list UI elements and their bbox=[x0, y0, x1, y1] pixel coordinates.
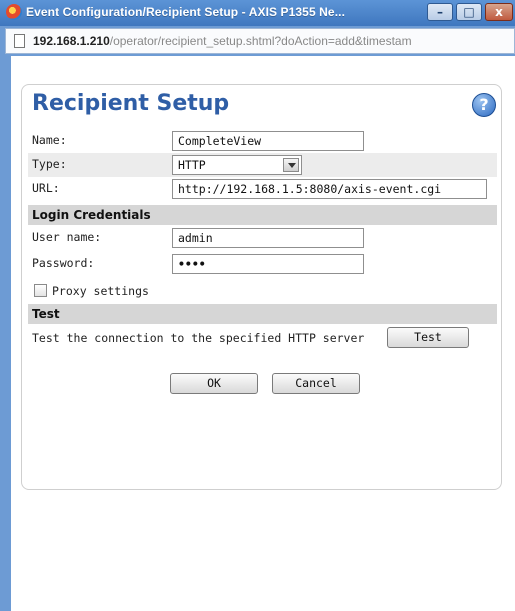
type-label: Type: bbox=[32, 157, 67, 171]
name-row: Name: CompleteView bbox=[28, 129, 497, 153]
login-credentials-heading: Login Credentials bbox=[28, 205, 497, 225]
address-url[interactable]: 192.168.1.210/operator/recipient_setup.s… bbox=[33, 34, 412, 48]
password-row: Password: •••• bbox=[28, 252, 497, 276]
type-row: Type: HTTP bbox=[28, 153, 497, 177]
title-bar: Event Configuration/Recipient Setup - AX… bbox=[0, 0, 515, 26]
username-field[interactable]: admin bbox=[172, 228, 364, 248]
proxy-checkbox[interactable] bbox=[34, 284, 47, 297]
type-select[interactable]: HTTP bbox=[172, 155, 302, 175]
window-title: Event Configuration/Recipient Setup - AX… bbox=[26, 5, 346, 19]
browser-app-icon bbox=[6, 4, 22, 20]
password-label: Password: bbox=[32, 256, 95, 270]
address-path: /operator/recipient_setup.shtml?doAction… bbox=[109, 34, 412, 48]
page-content: Recipient Setup ? Name: CompleteView Typ… bbox=[5, 56, 515, 611]
test-description: Test the connection to the specified HTT… bbox=[32, 331, 365, 345]
url-label: URL: bbox=[32, 181, 60, 195]
cancel-button[interactable]: Cancel bbox=[272, 373, 360, 394]
address-bar[interactable]: 192.168.1.210/operator/recipient_setup.s… bbox=[5, 28, 515, 54]
page-icon bbox=[14, 34, 25, 48]
type-select-value: HTTP bbox=[178, 158, 206, 172]
test-button[interactable]: Test bbox=[387, 327, 469, 348]
address-host: 192.168.1.210 bbox=[33, 34, 110, 48]
url-field[interactable]: http://192.168.1.5:8080/axis-event.cgi bbox=[172, 179, 487, 199]
maximize-button[interactable]: □ bbox=[456, 3, 482, 21]
username-label: User name: bbox=[32, 230, 102, 244]
ok-button[interactable]: OK bbox=[170, 373, 258, 394]
help-icon[interactable]: ? bbox=[472, 93, 496, 117]
name-label: Name: bbox=[32, 133, 67, 147]
window-left-border bbox=[5, 56, 11, 611]
chevron-down-icon[interactable] bbox=[283, 158, 299, 172]
username-row: User name: admin bbox=[28, 226, 497, 250]
close-button[interactable]: x bbox=[485, 3, 513, 21]
password-field[interactable]: •••• bbox=[172, 254, 364, 274]
test-heading: Test bbox=[28, 304, 497, 324]
url-row: URL: http://192.168.1.5:8080/axis-event.… bbox=[28, 177, 497, 201]
minimize-button[interactable]: – bbox=[427, 3, 453, 21]
page-title: Recipient Setup bbox=[32, 91, 230, 116]
proxy-row: Proxy settings bbox=[28, 280, 497, 302]
test-row: Test the connection to the specified HTT… bbox=[28, 325, 497, 351]
browser-window: Event Configuration/Recipient Setup - AX… bbox=[0, 0, 515, 611]
recipient-setup-panel: Recipient Setup ? Name: CompleteView Typ… bbox=[21, 84, 502, 490]
proxy-label[interactable]: Proxy settings bbox=[52, 284, 149, 298]
name-field[interactable]: CompleteView bbox=[172, 131, 364, 151]
